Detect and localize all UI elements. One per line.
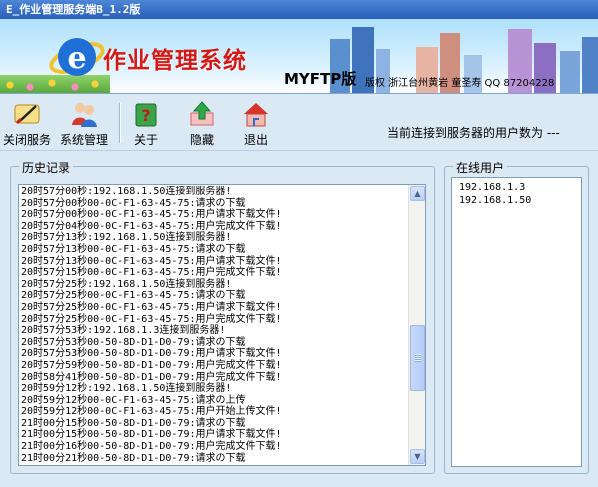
version-label: MYFTP版 [284,70,357,88]
history-log-list[interactable]: 20时57分00秒:192.168.1.50连接到服务器! 20时57分00秒00… [18,184,426,466]
history-log-lines: 20时57分00秒:192.168.1.50连接到服务器! 20时57分00秒00… [21,186,409,464]
history-log-line: 20时59分12秒00-0C-F1-63-45-75:请求の上传 [21,394,246,406]
users-admin-icon [72,103,97,127]
history-log-line: 20时57分00秒00-0C-F1-63-45-75:请求の下载 [21,197,246,209]
online-user-item[interactable]: 192.168.1.3 [459,181,531,194]
close-service-button[interactable]: 关闭服务 [2,99,52,149]
history-log-line: 20时58分41秒00-50-8D-D1-D0-79:用户完成文件下载! [21,371,282,383]
history-log-line: 20时59分12秒00-0C-F1-63-45-75:用户开始上传文件! [21,406,282,418]
scroll-thumb[interactable] [410,325,425,391]
window-title-bar: E_作业管理服务端B_1.2版 [0,0,598,19]
scroll-up-button[interactable]: ▲ [410,186,425,201]
window-title: E_作业管理服务端B_1.2版 [6,3,141,16]
toolbar: 关闭服务 系统管理 ? 关于 隐藏 退出 [0,95,598,151]
online-users-title: 在线用户 [453,159,508,176]
help-book-icon: ? [135,103,157,127]
system-admin-button[interactable]: 系统管理 [58,99,110,149]
history-log-line: 21时00分21秒00-50-8D-D1-D0-79:请求の下载 [21,452,246,464]
app-banner: e 作业管理系统 MYFTP版 版权 浙江台州黄岩 童圣寿 QQ 8720422… [0,19,598,94]
history-log-line: 20时57分53秒00-50-8D-D1-D0-79:用户请求下载文件! [21,348,282,360]
close-service-icon [14,104,40,125]
close-service-label: 关闭服务 [2,133,51,147]
history-log-line: 20时57分04秒00-0C-F1-63-45-75:用户完成文件下载! [21,220,282,232]
history-title: 历史记录 [19,159,74,176]
history-scrollbar[interactable]: ▲ ▼ [408,185,425,465]
history-log-line: 21时00分15秒00-50-8D-D1-D0-79:请求の下载 [21,417,246,429]
online-users-list[interactable]: 192.168.1.3 192.168.1.50 [451,177,582,467]
history-log-line: 20时57分00秒00-0C-F1-63-45-75:用户请求下载文件! [21,209,282,221]
exit-button[interactable]: 退出 [238,99,274,149]
history-log-line: 20时57分13秒:192.168.1.50连接到服务器! [21,232,232,244]
history-log-line: 20时57分53秒:192.168.1.3连接到服务器! [21,325,226,337]
connected-users-status: 当前连接到服务器的用户数为 --- [387,126,560,140]
hide-arrow-icon [190,101,214,126]
history-log-line: 20时57分13秒00-0C-F1-63-45-75:用户请求下载文件! [21,255,282,267]
history-log-line: 20时57分25秒00-0C-F1-63-45-75:请求の下载 [21,290,246,302]
history-log-line: 20时57分25秒:192.168.1.50连接到服务器! [21,278,232,290]
copyright-text: 版权 浙江台州黄岩 童圣寿 QQ 87204228 [365,78,555,89]
history-log-line: 20时57分25秒00-0C-F1-63-45-75:用户请求下载文件! [21,301,282,313]
toolbar-separator [119,103,121,143]
exit-label: 退出 [243,133,268,147]
exit-house-icon [244,103,268,127]
online-user-item[interactable]: 192.168.1.50 [459,194,531,207]
history-log-line: 20时57分25秒00-0C-F1-63-45-75:用户完成文件下载! [21,313,282,325]
online-users-lines: 192.168.1.3 192.168.1.50 [459,181,531,207]
scroll-down-button[interactable]: ▼ [410,449,425,464]
hide-label: 隐藏 [189,133,214,147]
history-log-line: 20时57分59秒00-50-8D-D1-D0-79:用户完成文件下载! [21,359,282,371]
history-group: 历史记录 20时57分00秒:192.168.1.50连接到服务器! 20时57分… [10,159,435,474]
online-users-group: 在线用户 192.168.1.3 192.168.1.50 [444,159,589,474]
svg-text:?: ? [141,106,150,125]
about-label: 关于 [133,133,158,147]
history-log-line: 20时57分53秒00-50-8D-D1-D0-79:请求の下载 [21,336,246,348]
history-log-line: 20时57分00秒:192.168.1.50连接到服务器! [21,186,232,197]
history-log-line: 20时57分13秒00-0C-F1-63-45-75:请求の下载 [21,243,246,255]
history-log-line: 20时57分15秒00-0C-F1-63-45-75:用户完成文件下载! [21,267,282,279]
about-button[interactable]: ? 关于 [128,99,164,149]
system-admin-label: 系统管理 [59,133,108,147]
hide-button[interactable]: 隐藏 [184,99,220,149]
svg-text:e: e [67,41,86,76]
ie-logo-icon: e [49,38,105,76]
history-log-line: 21时00分15秒00-50-8D-D1-D0-79:用户请求下载文件! [21,429,282,441]
history-log-line: 20时59分12秒:192.168.1.50连接到服务器! [21,383,232,395]
app-title: 作业管理系统 [103,48,247,74]
history-log-line: 21时00分16秒00-50-8D-D1-D0-79:用户完成文件下载! [21,441,282,453]
